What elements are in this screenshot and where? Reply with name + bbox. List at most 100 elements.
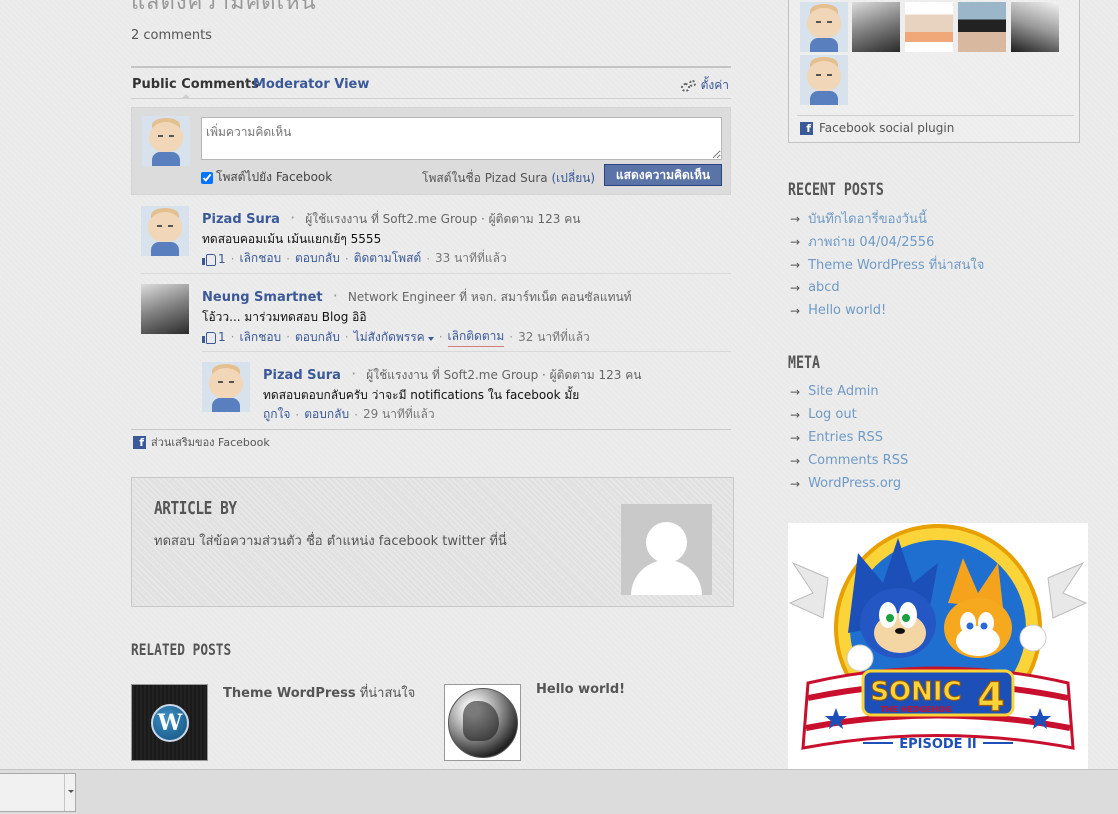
change-identity-link[interactable]: (เปลี่ยน) <box>551 171 595 185</box>
bottom-select[interactable] <box>0 773 76 812</box>
comment-input[interactable] <box>201 117 722 160</box>
gear-icon <box>680 79 697 92</box>
party-dropdown-label: ไม่สังกัดพรรค <box>353 329 425 344</box>
comment-text: ทดสอบตอบกลับครับ ว่าจะมี notifications ใ… <box>263 388 580 402</box>
like-count[interactable]: 1 <box>218 252 226 266</box>
related-post-title-bold: Theme WordPress <box>223 686 356 701</box>
list-item[interactable]: → WordPress.org <box>790 472 908 495</box>
comment-text: โอ้วว... มาร่วมทดสอบ Blog อิอิ <box>202 310 367 324</box>
unfollow-link[interactable]: เลิกติดตาม <box>447 327 505 347</box>
facebook-plugin-label: Facebook social plugin <box>819 121 955 135</box>
list-item[interactable]: → บันทึกไดอารี่ของวันนี้ <box>790 207 984 230</box>
facebook-social-plugin: f Facebook social plugin <box>788 0 1080 143</box>
related-post-title-bold: Hello world! <box>536 682 626 697</box>
comment-time: 33 นาทีที่แล้ว <box>435 251 507 265</box>
comments-count: 2 comments <box>131 28 212 43</box>
friend-avatar[interactable] <box>958 2 1006 52</box>
comment-text: ทดสอบคอมเม้น เม้นแยกเย้ๆ 5555 <box>202 232 382 246</box>
comment-time: 29 นาทีที่แล้ว <box>362 407 435 421</box>
arrow-right-icon: → <box>790 476 801 491</box>
footer-divider <box>131 429 731 430</box>
arrow-right-icon: → <box>790 234 801 249</box>
follow-post-link[interactable]: ติดตามโพสต์ <box>354 249 422 268</box>
comment-author[interactable]: Pizad Sura <box>202 212 280 227</box>
author-box: ARTICLE BY ทดสอบ ใส่ข้อความส่วนตัว ชื่อ … <box>131 477 734 607</box>
list-item[interactable]: → Entries RSS <box>790 426 908 449</box>
comment-author[interactable]: Pizad Sura <box>263 368 341 383</box>
ad-title: SONIC <box>870 677 961 707</box>
friend-avatar[interactable] <box>800 2 848 52</box>
arrow-right-icon: → <box>790 211 801 226</box>
list-item[interactable]: → Log out <box>790 403 908 426</box>
party-dropdown[interactable]: ไม่สังกัดพรรค <box>354 328 434 347</box>
post-to-facebook-option[interactable]: โพสต์ไปยัง Facebook <box>201 168 332 187</box>
comment-author-meta: ผู้ใช้แรงงาน ที่ Soft2.me Group · ผู้ติด… <box>366 368 642 382</box>
thumbs-up-icon <box>202 253 216 266</box>
unlike-link[interactable]: เลิกชอบ <box>239 328 281 347</box>
chevron-down-icon[interactable] <box>64 774 75 811</box>
active-tab-indicator <box>181 94 191 99</box>
comment-author[interactable]: Neung Smartnet <box>202 290 323 305</box>
posting-as-label: โพสต์ในชื่อ Pizad Sura <box>422 171 548 185</box>
related-post-title[interactable]: Hello world! <box>536 682 625 697</box>
facebook-plugin-link[interactable]: f Facebook social plugin <box>800 121 954 135</box>
avatar[interactable] <box>141 206 189 256</box>
like-count[interactable]: 1 <box>218 330 226 344</box>
avatar <box>142 116 190 166</box>
post-to-facebook-checkbox[interactable] <box>201 171 213 184</box>
settings-label: ตั้งค่า <box>700 78 729 92</box>
post-title: แสดงความคิดเห็น <box>131 0 317 15</box>
related-post-title-rest: ที่น่าสนใจ <box>355 686 416 701</box>
list-item[interactable]: → ภาพถ่าย 04/04/2556 <box>790 230 984 253</box>
arrow-right-icon: → <box>790 453 801 468</box>
list-item[interactable]: → Theme WordPress ที่น่าสนใจ <box>790 253 984 276</box>
tab-moderator-view[interactable]: Moderator View <box>253 77 369 92</box>
globe-icon <box>448 688 518 758</box>
facebook-plugin-footer[interactable]: f ส่วนเสริมของ Facebook <box>133 433 270 451</box>
reply-link[interactable]: ตอบกลับ <box>304 405 349 424</box>
friend-avatar[interactable] <box>800 55 848 105</box>
thumbs-up-icon <box>202 331 216 344</box>
post-to-facebook-label: โพสต์ไปยัง Facebook <box>216 170 333 184</box>
wordpress-logo-icon: W <box>151 704 189 742</box>
arrow-right-icon: → <box>790 407 801 422</box>
posting-as-text: โพสต์ในชื่อ Pizad Sura (เปลี่ยน) <box>422 169 595 188</box>
ad-episode: EPISODE II <box>899 737 977 752</box>
list-item[interactable]: → Hello world! <box>790 299 984 322</box>
friend-avatar[interactable] <box>852 2 900 52</box>
related-posts-heading: RELATED POSTS <box>131 640 232 659</box>
list-item[interactable]: → Site Admin <box>790 380 908 403</box>
tab-public-comments[interactable]: Public Comments <box>132 77 259 92</box>
arrow-right-icon: → <box>790 280 801 295</box>
chevron-down-icon <box>427 336 434 341</box>
list-item[interactable]: → Comments RSS <box>790 449 908 472</box>
facebook-icon: f <box>800 121 813 135</box>
ad-number: 4 <box>977 675 1005 721</box>
sonic-advertisement[interactable]: SONIC THE HEDGEHOG 4 EPISODE II <box>788 523 1088 769</box>
comment-reply-item: Pizad Sura · ผู้ใช้แรงงาน ที่ Soft2.me G… <box>202 362 731 422</box>
meta-links-list: → Site Admin → Log out → Entries RSS → Comme… <box>790 380 908 495</box>
related-post-thumbnail[interactable]: W <box>131 684 208 761</box>
settings-button[interactable]: ตั้งค่า <box>680 76 729 95</box>
reply-link[interactable]: ตอบกลับ <box>295 249 340 268</box>
comment-time: 32 นาทีที่แล้ว <box>518 329 590 344</box>
avatar[interactable] <box>141 284 189 334</box>
comment-divider <box>141 273 731 274</box>
comment-author-meta: Network Engineer ที่ หจก. สมาร์ทเน็ต คอน… <box>347 290 632 304</box>
facebook-comments-box: Public Comments · Moderator View ตั้งค่า… <box>131 66 731 450</box>
facebook-icon: f <box>133 435 146 449</box>
comment-item: Neung Smartnet · Network Engineer ที่ หจ… <box>141 284 731 347</box>
like-link[interactable]: ถูกใจ <box>263 405 290 424</box>
submit-comment-button[interactable]: แสดงความคิดเห็น <box>604 164 722 186</box>
friend-avatar[interactable] <box>1011 2 1059 52</box>
avatar[interactable] <box>202 362 250 412</box>
reply-divider <box>202 351 731 352</box>
arrow-right-icon: → <box>790 257 801 272</box>
author-bio: ทดสอบ ใส่ข้อความส่วนตัว ชื่อ ตำแหน่ง fac… <box>154 534 507 549</box>
list-item[interactable]: → abcd <box>790 276 984 299</box>
unlike-link[interactable]: เลิกชอบ <box>239 249 281 268</box>
related-post-title[interactable]: Theme WordPress ที่น่าสนใจ <box>223 682 415 703</box>
friend-avatar[interactable] <box>905 2 953 52</box>
reply-link[interactable]: ตอบกลับ <box>295 328 340 347</box>
related-post-thumbnail[interactable] <box>444 684 521 761</box>
